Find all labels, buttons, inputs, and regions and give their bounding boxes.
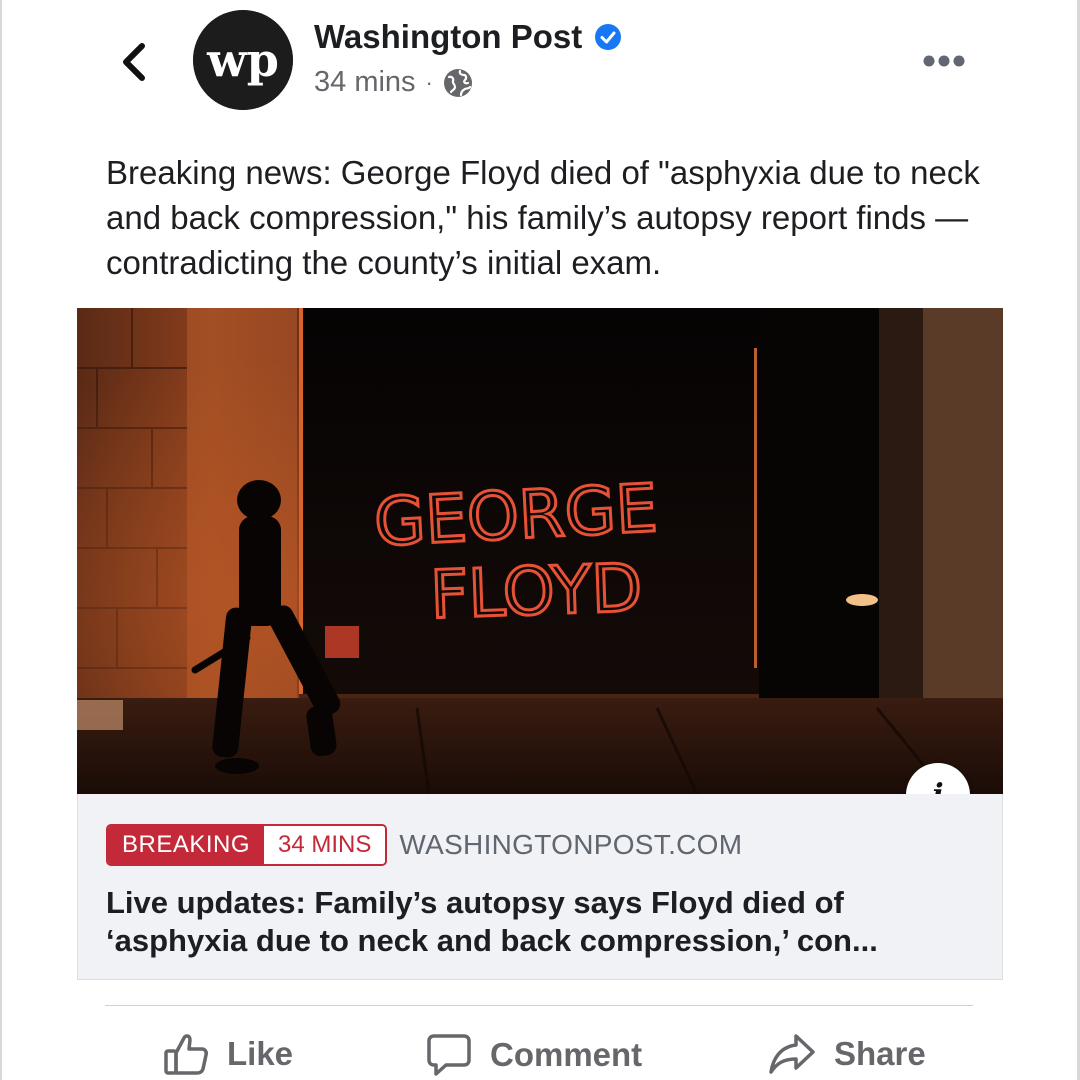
link-domain: WASHINGTONPOST.COM	[399, 829, 743, 860]
breaking-badge: BREAKING 34 MINS	[106, 824, 388, 866]
like-label[interactable]: Like	[227, 1035, 293, 1073]
page-name[interactable]: Washington Post	[314, 18, 622, 56]
comment-bubble-icon	[427, 1034, 471, 1076]
graffiti-line-1: GEORGE	[372, 470, 659, 562]
post-photo[interactable]: GEORGE FLOYD	[77, 308, 1003, 794]
back-chevron-icon[interactable]	[118, 40, 152, 84]
thumbs-up-icon	[164, 1034, 208, 1075]
photo-illustration: GEORGE FLOYD	[77, 308, 1003, 794]
meta-separator: ·	[425, 69, 433, 95]
logo-text: wp	[206, 33, 279, 87]
globe-icon	[443, 68, 472, 97]
share-button[interactable]: Share	[768, 1032, 926, 1076]
link-preview[interactable]: BREAKING 34 MINS WASHINGTONPOST.COM Live…	[77, 794, 1003, 980]
page-name-text[interactable]: Washington Post	[314, 18, 582, 56]
post-meta: 34 mins ·	[314, 66, 473, 99]
post-timestamp[interactable]: 34 mins	[314, 66, 416, 99]
graffiti-line-2: FLOYD	[429, 549, 643, 633]
page-avatar[interactable]: wp	[193, 10, 293, 110]
share-label[interactable]: Share	[834, 1035, 926, 1073]
share-arrow-icon	[769, 1034, 815, 1074]
comment-button[interactable]: Comment	[426, 1032, 642, 1078]
frame-edge-left	[0, 0, 2, 1080]
link-headline[interactable]: Live updates: Family’s autopsy says Floy…	[106, 884, 986, 960]
breaking-label: BREAKING	[108, 826, 265, 864]
breaking-time: 34 MINS	[264, 826, 386, 864]
link-meta-row: BREAKING 34 MINS WASHINGTONPOST.COM	[106, 824, 742, 866]
post-caption: Breaking news: George Floyd died of "asp…	[106, 154, 980, 281]
more-options-icon[interactable]	[922, 52, 966, 70]
verified-badge-icon	[595, 24, 622, 50]
comment-label[interactable]: Comment	[490, 1036, 642, 1074]
like-button[interactable]: Like	[163, 1032, 293, 1076]
washington-post-logo-icon: wp	[193, 10, 293, 110]
actions-divider	[105, 1005, 973, 1006]
